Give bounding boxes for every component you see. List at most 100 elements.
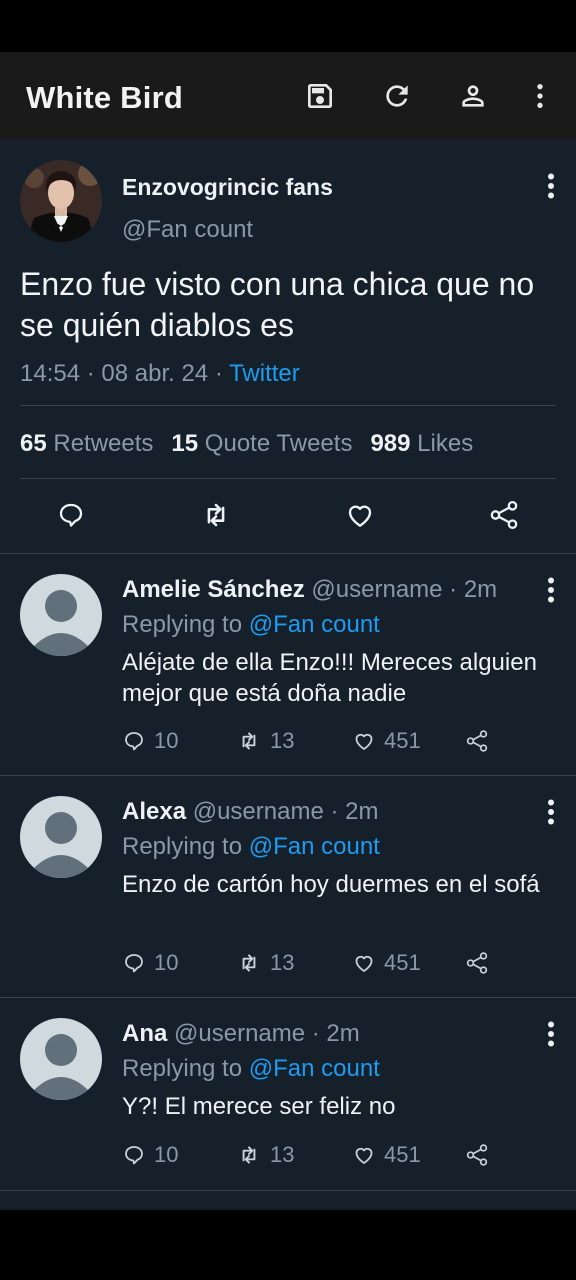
like-button[interactable] bbox=[343, 498, 377, 532]
share-icon bbox=[466, 730, 488, 752]
reply-like-button[interactable]: 451 bbox=[352, 726, 421, 756]
replying-to-label: Replying to bbox=[122, 833, 249, 860]
reply-reply-button[interactable]: 10 bbox=[122, 1140, 178, 1170]
replying-to: Replying to @Fan count bbox=[122, 611, 380, 639]
reply-reply-button[interactable]: 10 bbox=[122, 726, 178, 756]
replying-to-label: Replying to bbox=[122, 1055, 249, 1082]
reply-like-button[interactable]: 451 bbox=[352, 1140, 421, 1170]
replying-to-link[interactable]: @Fan count bbox=[249, 833, 380, 860]
reply-like-button[interactable]: 451 bbox=[352, 948, 421, 978]
more-vertical-icon bbox=[548, 799, 554, 825]
meta-separator: · bbox=[80, 360, 102, 387]
app-title: White Bird bbox=[26, 80, 183, 115]
share-icon bbox=[466, 1144, 488, 1166]
main-tweet: Enzovogrincic fans @Fan count Enzo fue v… bbox=[0, 140, 576, 554]
quotes-label: Quote Tweets bbox=[204, 430, 353, 457]
retweet-count: 13 bbox=[270, 728, 295, 753]
reply-tweet[interactable]: Ana @username · 2m Replying to @Fan coun… bbox=[0, 998, 576, 1190]
heart-icon bbox=[355, 733, 373, 750]
reply-share-button[interactable] bbox=[464, 726, 498, 756]
share-button[interactable] bbox=[487, 498, 521, 532]
reply-retweet-button[interactable]: 13 bbox=[236, 726, 294, 756]
timeline: Enzovogrincic fans @Fan count Enzo fue v… bbox=[0, 140, 576, 1210]
reply-author-name[interactable]: Alexa bbox=[122, 798, 186, 825]
refresh-button[interactable] bbox=[377, 76, 417, 116]
meta-separator: · bbox=[208, 360, 230, 387]
default-avatar[interactable] bbox=[20, 796, 102, 878]
retweets-count: 65 bbox=[20, 430, 47, 457]
reply-more-button[interactable] bbox=[541, 572, 561, 608]
author-name[interactable]: Enzovogrincic fans bbox=[122, 174, 333, 201]
share-icon bbox=[490, 500, 518, 530]
reply-count: 10 bbox=[154, 728, 179, 753]
profile-button[interactable] bbox=[453, 76, 493, 116]
default-avatar[interactable] bbox=[20, 1018, 102, 1100]
more-vertical-icon bbox=[548, 173, 554, 199]
reply-retweet-button[interactable]: 13 bbox=[236, 1140, 294, 1170]
tweet-date: 08 abr. 24 bbox=[101, 360, 209, 387]
tweet-more-button[interactable] bbox=[541, 168, 561, 204]
tweet-time: 14:54 bbox=[20, 360, 81, 387]
reply-share-button[interactable] bbox=[464, 948, 498, 978]
retweets-label: Retweets bbox=[53, 430, 154, 457]
like-count: 451 bbox=[384, 950, 421, 975]
quotes-stat[interactable]: 15 Quote Tweets bbox=[171, 430, 352, 457]
retweet-count: 13 bbox=[270, 1142, 295, 1167]
app-bar: White Bird bbox=[0, 52, 576, 140]
divider bbox=[20, 478, 556, 479]
separator bbox=[0, 1190, 576, 1191]
retweets-stat[interactable]: 65 Retweets bbox=[20, 430, 153, 457]
replying-to-label: Replying to bbox=[122, 611, 249, 638]
retweet-icon bbox=[242, 954, 256, 972]
reply-retweet-button[interactable]: 13 bbox=[236, 948, 294, 978]
tweet-source-link[interactable]: Twitter bbox=[229, 360, 300, 387]
reply-reply-button[interactable]: 10 bbox=[122, 948, 178, 978]
reply-text: Y?! El merece ser feliz no bbox=[122, 1093, 396, 1120]
divider bbox=[20, 405, 556, 406]
share-icon bbox=[466, 952, 488, 974]
tweet-meta: 14:54 · 08 abr. 24 · Twitter bbox=[20, 360, 300, 388]
engagement-counts: 65 Retweets 15 Quote Tweets 989 Likes bbox=[20, 430, 473, 458]
replying-to-link[interactable]: @Fan count bbox=[249, 611, 380, 638]
reply-count: 10 bbox=[154, 1142, 179, 1167]
likes-label: Likes bbox=[417, 430, 474, 457]
tweet-text: Enzo fue visto con una chica que no se q… bbox=[20, 266, 535, 343]
default-avatar[interactable] bbox=[20, 574, 102, 656]
reply-icon bbox=[125, 954, 143, 973]
profile-icon bbox=[462, 85, 484, 107]
reply-author-name[interactable]: Ana bbox=[122, 1020, 167, 1047]
replying-to: Replying to @Fan count bbox=[122, 1055, 380, 1083]
navigation-bar bbox=[0, 1210, 576, 1280]
more-vertical-icon bbox=[548, 577, 554, 603]
heart-icon bbox=[355, 1147, 373, 1164]
overflow-menu-button[interactable] bbox=[520, 76, 560, 116]
reply-tweet[interactable]: Amelie Sánchez @username · 2m Replying t… bbox=[0, 554, 576, 776]
retweet-icon bbox=[242, 732, 256, 750]
reply-icon bbox=[59, 503, 83, 527]
reply-button[interactable] bbox=[54, 498, 88, 532]
reply-more-button[interactable] bbox=[541, 794, 561, 830]
reply-icon bbox=[125, 1146, 143, 1165]
reply-meta: @username · 2m bbox=[174, 1020, 360, 1047]
reply-meta: @username · 2m bbox=[311, 576, 498, 603]
reply-text: Aléjate de ella Enzo!!! Mereces alguien … bbox=[122, 649, 537, 707]
retweet-icon bbox=[242, 1146, 256, 1164]
more-vertical-icon bbox=[548, 1021, 554, 1047]
refresh-icon bbox=[386, 85, 408, 107]
save-button[interactable] bbox=[300, 76, 340, 116]
likes-stat[interactable]: 989 Likes bbox=[370, 430, 473, 457]
replying-to-link[interactable]: @Fan count bbox=[249, 1055, 380, 1082]
reply-tweet[interactable]: Alexa @username · 2m Replying to @Fan co… bbox=[0, 776, 576, 998]
author-avatar[interactable] bbox=[20, 160, 102, 242]
reply-author-name[interactable]: Amelie Sánchez bbox=[122, 576, 305, 603]
retweet-button[interactable] bbox=[199, 498, 233, 532]
reply-header: Alexa @username · 2m bbox=[122, 798, 378, 826]
more-vertical-icon bbox=[537, 84, 543, 108]
reply-header: Ana @username · 2m bbox=[122, 1020, 360, 1048]
reply-more-button[interactable] bbox=[541, 1016, 561, 1052]
retweet-count: 13 bbox=[270, 950, 295, 975]
reply-share-button[interactable] bbox=[464, 1140, 498, 1170]
like-count: 451 bbox=[384, 1142, 421, 1167]
author-handle[interactable]: @Fan count bbox=[122, 216, 253, 244]
replying-to: Replying to @Fan count bbox=[122, 833, 380, 861]
